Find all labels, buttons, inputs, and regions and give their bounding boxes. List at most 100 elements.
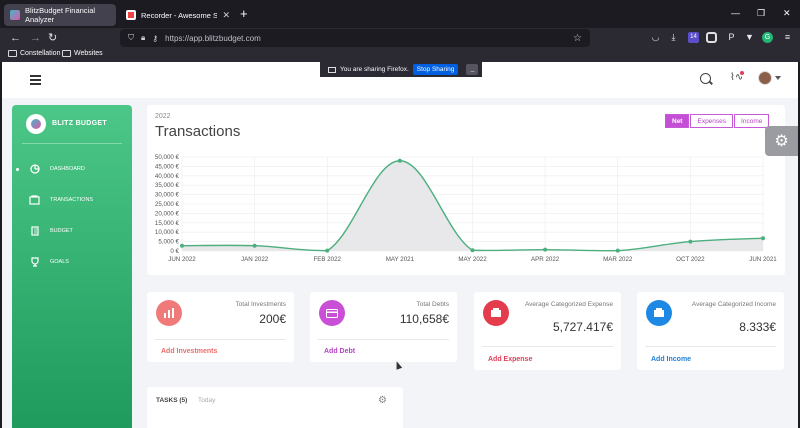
- forward-arrow-icon[interactable]: →: [30, 31, 41, 45]
- data-point: [688, 239, 693, 244]
- url-bar[interactable]: ⛉ 🔒︎ ⚷ https://app.blitzbudget.com ☆: [120, 29, 590, 47]
- bookmark-folder-websites[interactable]: Websites: [62, 50, 103, 57]
- sidebar-item-transactions[interactable]: TRANSACTIONS: [29, 194, 93, 206]
- x-tick-label: MAY 2021: [386, 256, 415, 263]
- close-tab-icon[interactable]: ✕: [222, 10, 230, 21]
- extension-v-icon[interactable]: ▼: [744, 32, 755, 43]
- url-text[interactable]: https://app.blitzbudget.com: [165, 34, 261, 43]
- tab-recorder[interactable]: Recorder - Awesome Screensh ✕: [120, 4, 236, 26]
- stat-value: 110,658€: [399, 312, 449, 326]
- sidebar-item-label: GOALS: [50, 259, 69, 265]
- new-tab-button[interactable]: +: [240, 7, 248, 21]
- blitzbudget-favicon-icon: [10, 10, 20, 20]
- restore-window-button[interactable]: ❐: [757, 8, 765, 19]
- y-tick-label: 45,000 €: [155, 163, 180, 170]
- y-tick-label: 20,000 €: [155, 210, 180, 217]
- browser-tab-bar: BlitzBudget Financial Analyzer Recorder …: [0, 0, 800, 28]
- minimize-sharing-button[interactable]: _: [466, 64, 479, 75]
- tab-title: BlitzBudget Financial Analyzer: [25, 6, 96, 24]
- menu-icon[interactable]: ≡: [782, 32, 793, 43]
- data-point: [761, 236, 765, 241]
- x-tick-label: MAY 2022: [458, 256, 487, 263]
- bar-chart-icon: [156, 300, 182, 326]
- sidebar-item-goals[interactable]: GOALS: [29, 256, 69, 268]
- credit-card-icon: [319, 300, 345, 326]
- bookmarks-bar: Constellation Websites: [0, 48, 800, 62]
- bookmark-label: Constellation: [20, 50, 61, 57]
- pocket-icon[interactable]: ◡: [650, 32, 661, 43]
- sidebar-item-budget[interactable]: BUDGET: [29, 225, 73, 237]
- stat-label: Average Categorized Expense: [524, 301, 613, 308]
- search-icon[interactable]: [700, 73, 711, 84]
- back-arrow-icon[interactable]: ←: [10, 31, 21, 45]
- hamburger-menu-icon[interactable]: [30, 75, 41, 87]
- permissions-key-icon[interactable]: ⚷: [152, 34, 158, 43]
- gear-icon[interactable]: ⚙: [378, 395, 387, 406]
- bookmark-folder-constellation[interactable]: Constellation: [8, 50, 60, 57]
- y-tick-label: 25,000 €: [155, 201, 180, 208]
- stat-divider: [155, 339, 286, 340]
- stat-value: 8.333€: [739, 320, 776, 334]
- wallet-icon: [646, 300, 672, 326]
- extension-box-icon[interactable]: [706, 32, 717, 43]
- y-tick-label: 50,000 €: [155, 154, 180, 161]
- user-avatar[interactable]: [758, 71, 772, 85]
- tab-today[interactable]: Today: [198, 397, 215, 404]
- data-point: [543, 247, 548, 252]
- sidebar-item-dashboard[interactable]: DASHBOARD: [16, 163, 85, 175]
- x-tick-label: JUN 2021: [749, 256, 777, 263]
- x-tick-label: JAN 2022: [241, 256, 269, 263]
- sidebar-item-label: TRANSACTIONS: [50, 197, 94, 203]
- data-point: [397, 158, 402, 163]
- sharing-indicator: You are sharing Firefox. Stop Sharing _: [320, 62, 482, 77]
- y-tick-label: 35,000 €: [155, 182, 180, 189]
- shield-icon[interactable]: ⛉: [128, 33, 134, 43]
- y-tick-label: 15,000 €: [155, 220, 180, 227]
- wallet-icon: [483, 300, 509, 326]
- chevron-down-icon[interactable]: [775, 76, 781, 80]
- active-indicator: [16, 167, 19, 171]
- sidebar-divider: [22, 143, 122, 144]
- notification-dot: [740, 71, 744, 75]
- add-investments-link[interactable]: Add Investments: [161, 348, 217, 355]
- add-income-link[interactable]: Add Income: [651, 356, 691, 363]
- ledger-icon: [29, 226, 40, 236]
- stat-card-investments: Total Investments 200€ Add Investments: [147, 292, 294, 362]
- folder-icon: [8, 50, 17, 57]
- stat-divider: [645, 346, 776, 347]
- close-window-button[interactable]: ✕: [783, 8, 791, 19]
- extension-grammarly-icon[interactable]: G: [762, 32, 773, 43]
- brand-name: BLITZ BUDGET: [52, 120, 107, 127]
- app-page: You are sharing Firefox. Stop Sharing _ …: [2, 62, 798, 428]
- settings-gear-icon[interactable]: ⚙: [765, 126, 798, 156]
- stop-sharing-button[interactable]: Stop Sharing: [412, 64, 459, 75]
- bookmark-star-icon[interactable]: ☆: [573, 33, 582, 44]
- data-point: [180, 243, 184, 248]
- recorder-favicon-icon: [126, 10, 136, 20]
- extension-badge-icon[interactable]: 14: [688, 32, 699, 43]
- lock-icon[interactable]: 🔒︎: [141, 33, 145, 43]
- add-expense-link[interactable]: Add Expense: [488, 356, 532, 363]
- stat-label: Total Investments: [235, 301, 286, 308]
- stat-value: 5,727.417€: [552, 320, 613, 334]
- reload-icon[interactable]: ↻: [48, 31, 57, 45]
- bookmark-label: Websites: [74, 50, 103, 57]
- sharing-message: You are sharing Firefox.: [340, 66, 409, 73]
- y-tick-label: 10,000 €: [155, 229, 180, 236]
- downloads-icon[interactable]: ⤓: [668, 32, 679, 43]
- minimize-window-button[interactable]: —: [731, 8, 740, 18]
- x-tick-label: APR 2022: [531, 256, 560, 263]
- tab-tasks[interactable]: TASKS (5): [156, 397, 187, 404]
- screen-share-icon: [328, 66, 336, 73]
- app-top-bar: You are sharing Firefox. Stop Sharing _ …: [2, 62, 798, 98]
- x-tick-label: MAR 2022: [603, 256, 633, 263]
- x-tick-label: JUN 2022: [168, 256, 196, 263]
- extension-p-icon[interactable]: P: [726, 32, 737, 43]
- data-point: [252, 243, 257, 248]
- tab-blitzbudget[interactable]: BlitzBudget Financial Analyzer: [4, 4, 116, 26]
- sidebar: BLITZ BUDGET DASHBOARD TRANSACTIONS BUDG…: [12, 105, 132, 428]
- stat-label: Average Categorized Income: [691, 301, 776, 308]
- pie-chart-icon: [29, 164, 40, 174]
- add-debt-link[interactable]: Add Debt: [324, 348, 355, 355]
- y-tick-label: 40,000 €: [155, 173, 180, 180]
